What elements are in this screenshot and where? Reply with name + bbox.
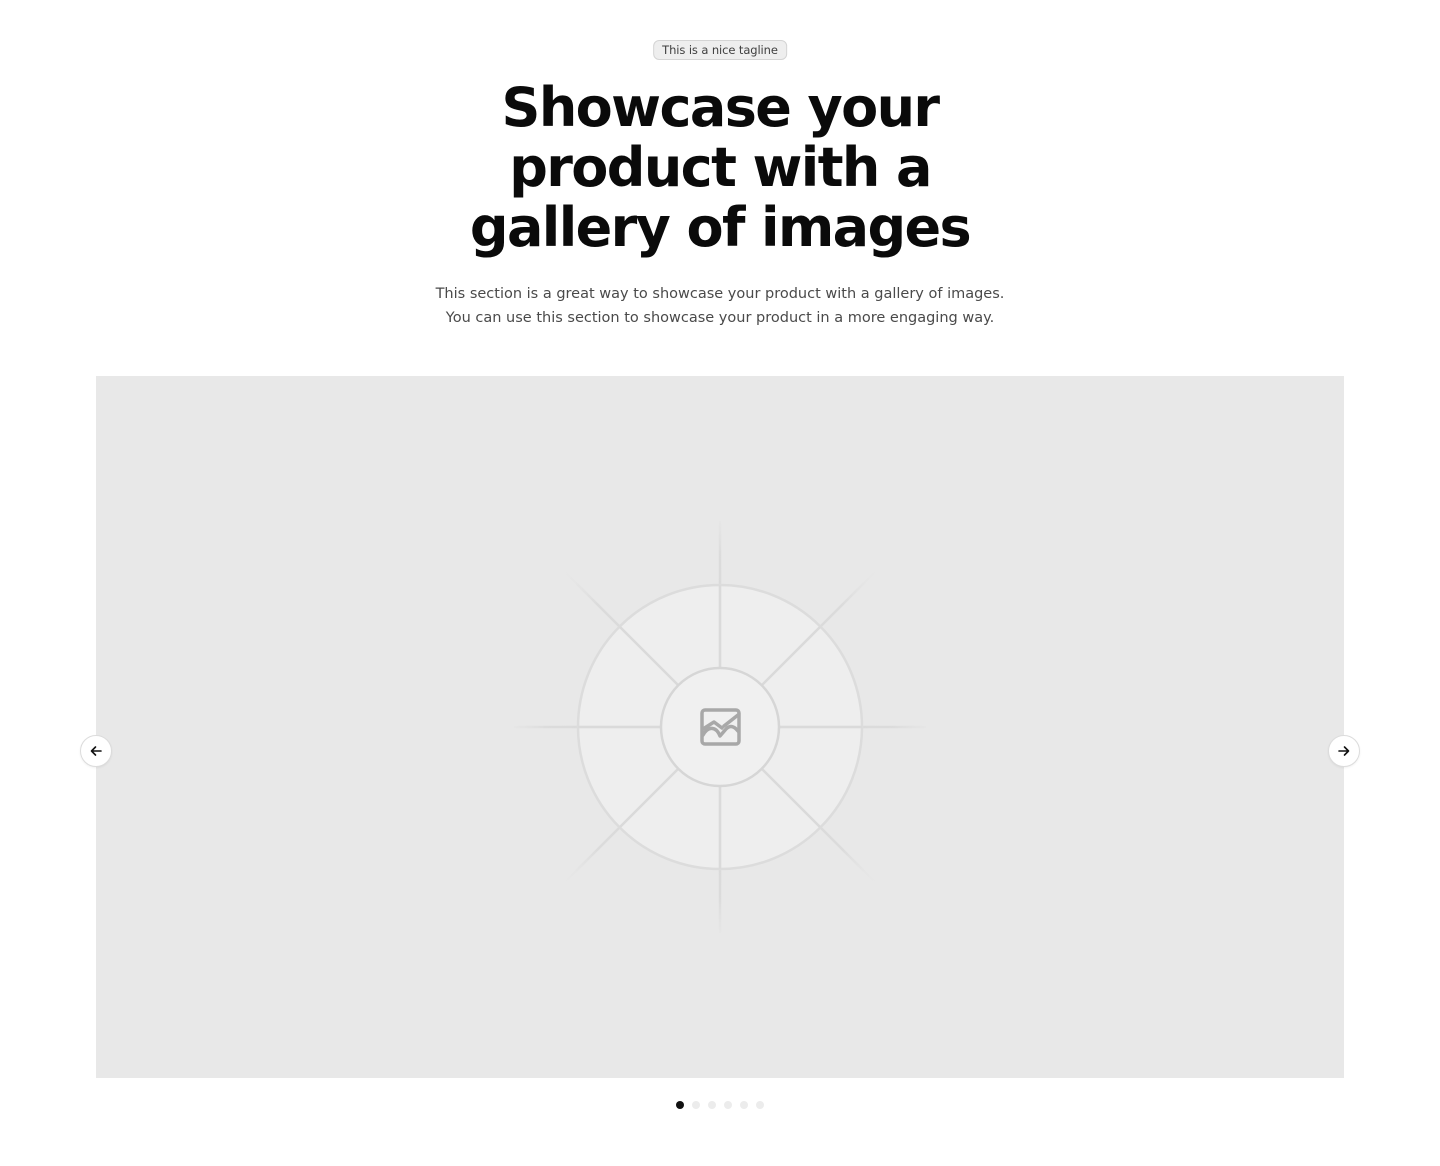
section-description: This section is a great way to showcase … <box>0 282 1440 330</box>
page-title: Showcase your product with a gallery of … <box>0 78 1440 258</box>
slide-pagination <box>0 1101 1440 1109</box>
image-placeholder <box>514 521 926 933</box>
tagline-badge: This is a nice tagline <box>653 40 787 60</box>
pagination-dot-1[interactable] <box>676 1101 684 1109</box>
pagination-dot-2[interactable] <box>692 1101 700 1109</box>
headline-line-3: gallery of images <box>469 196 972 259</box>
description-line-2: You can use this section to showcase you… <box>445 310 995 326</box>
pagination-dot-5[interactable] <box>740 1101 748 1109</box>
gallery-section: This is a nice tagline Showcase your pro… <box>0 0 1440 1166</box>
arrow-right-icon <box>1338 746 1350 756</box>
headline-line-1: Showcase your <box>501 76 941 139</box>
pagination-dot-6[interactable] <box>756 1101 764 1109</box>
gallery-slide[interactable] <box>96 376 1344 1078</box>
headline-line-2: product with a <box>509 136 932 199</box>
pagination-dot-3[interactable] <box>708 1101 716 1109</box>
description-line-1: This section is a great way to showcase … <box>435 286 1005 302</box>
previous-slide-button[interactable] <box>80 735 112 767</box>
pagination-dot-4[interactable] <box>724 1101 732 1109</box>
next-slide-button[interactable] <box>1328 735 1360 767</box>
arrow-left-icon <box>90 746 102 756</box>
